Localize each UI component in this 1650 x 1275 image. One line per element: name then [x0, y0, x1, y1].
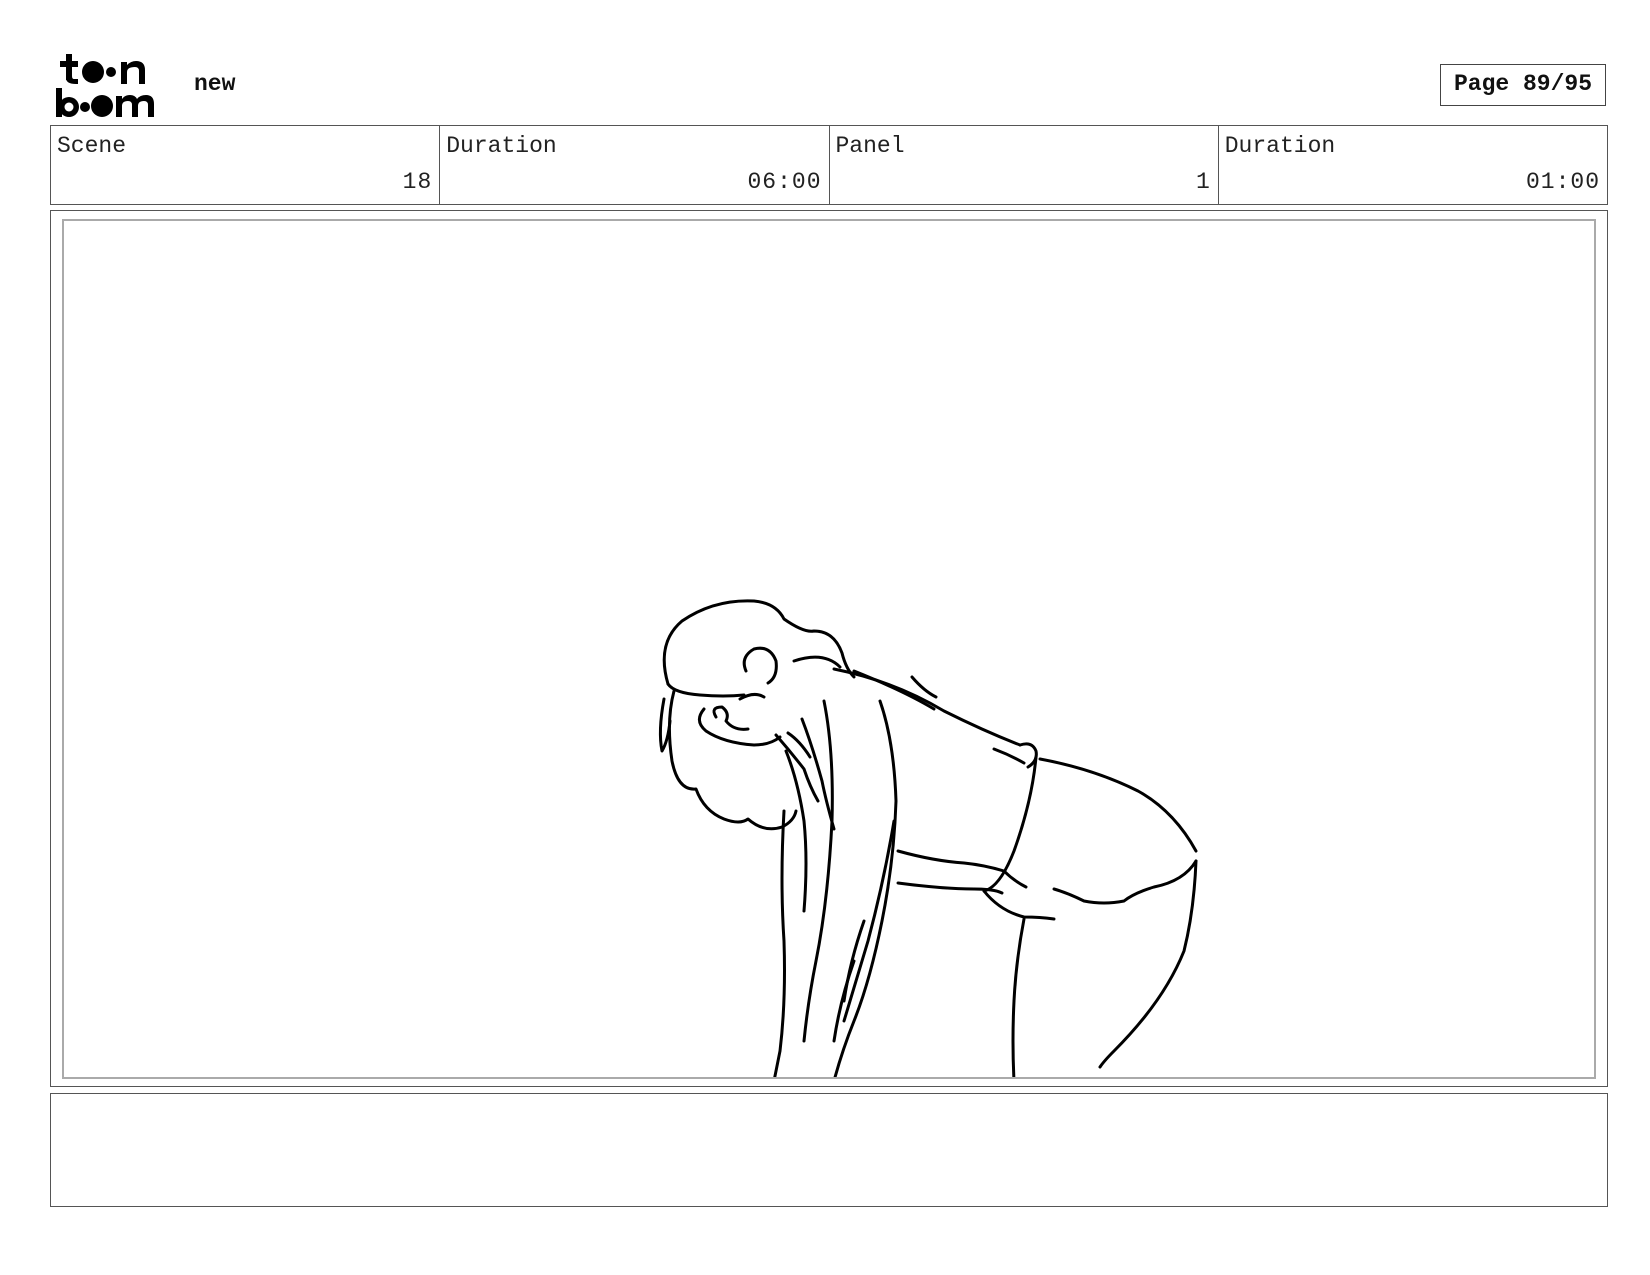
panel-label: Panel	[835, 133, 905, 159]
panel-duration-label: Duration	[1224, 133, 1336, 159]
panel-drawing-area	[62, 219, 1596, 1079]
scene-label: Scene	[57, 133, 127, 159]
page-indicator: Page 89/95	[1440, 64, 1606, 106]
scene-duration-label: Duration	[446, 133, 557, 159]
toonboom-logo	[56, 54, 154, 117]
notes-box	[50, 1093, 1608, 1207]
panel-value: 1	[1195, 169, 1211, 195]
scene-cell: Scene 18	[51, 126, 441, 204]
project-name: new	[194, 71, 236, 97]
panel-duration-cell: Duration 01:00	[1219, 126, 1607, 204]
scene-value: 18	[402, 169, 433, 195]
panel-duration-value: 01:00	[1525, 169, 1600, 195]
scene-duration-value: 06:00	[747, 169, 822, 195]
character-sketch	[658, 599, 1198, 1077]
info-table: Scene 18 Duration 06:00 Panel 1 Duration…	[50, 125, 1608, 205]
panel-cell: Panel 1	[830, 126, 1219, 204]
scene-duration-cell: Duration 06:00	[440, 126, 830, 204]
